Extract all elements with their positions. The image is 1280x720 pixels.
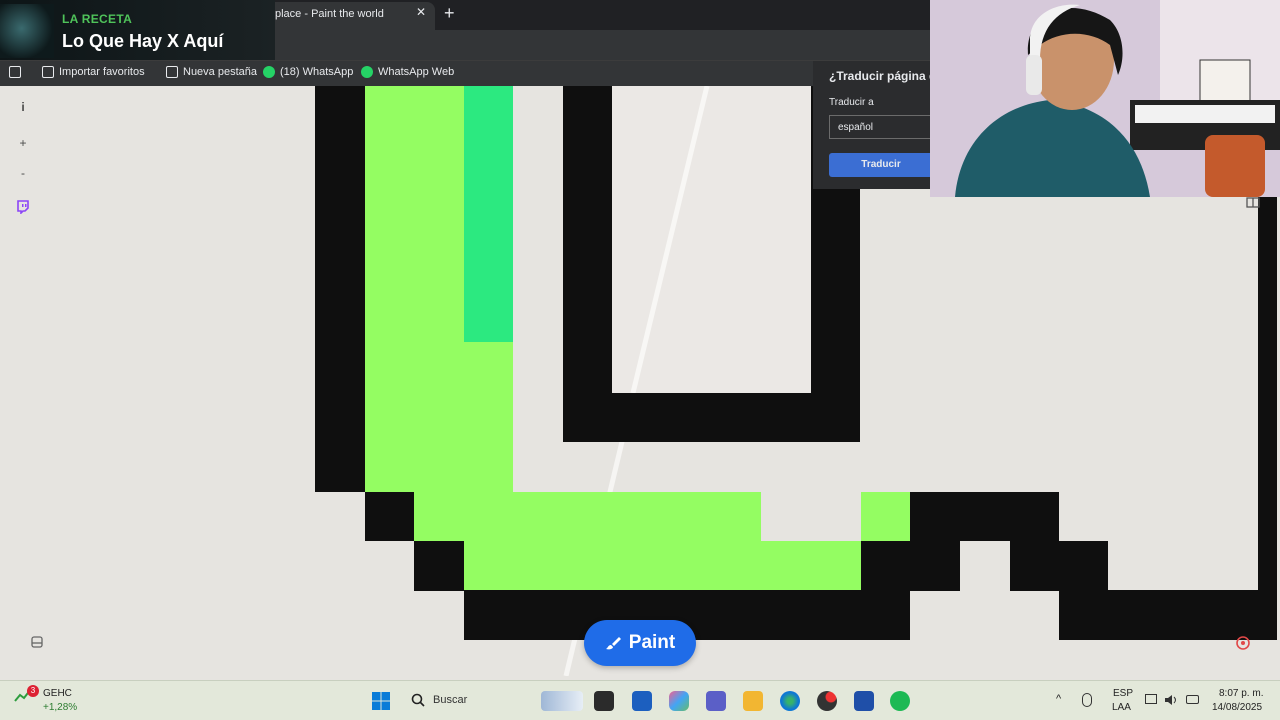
taskbar-search[interactable]: Buscar bbox=[433, 694, 467, 706]
pixel-block bbox=[1059, 590, 1258, 640]
obs-icon[interactable] bbox=[817, 691, 837, 711]
file-explorer-icon[interactable] bbox=[743, 691, 763, 711]
bookmark-label: Nueva pestaña bbox=[183, 66, 257, 78]
lang-bottom[interactable]: LAA bbox=[1112, 702, 1131, 713]
battery-icon[interactable] bbox=[1186, 695, 1199, 704]
stream-overlay: LA RECETA Lo Que Hay X Aquí bbox=[0, 0, 275, 60]
album-art bbox=[0, 4, 54, 58]
chevron-up-icon[interactable]: ^ bbox=[1056, 693, 1061, 705]
pixel-block bbox=[464, 86, 513, 342]
split-view-icon[interactable] bbox=[1246, 195, 1260, 214]
pixel-block bbox=[1258, 196, 1277, 640]
copilot-icon[interactable] bbox=[669, 691, 689, 711]
bookmark-whatsapp-web[interactable]: WhatsApp Web bbox=[361, 66, 454, 78]
locate-icon[interactable] bbox=[1234, 634, 1252, 657]
pixel-block bbox=[861, 492, 911, 541]
microphone-icon[interactable] bbox=[1082, 693, 1092, 707]
windows-start-icon[interactable] bbox=[371, 691, 391, 711]
brush-icon bbox=[605, 637, 621, 650]
paint-button-label: Paint bbox=[628, 632, 676, 653]
pixel-block bbox=[414, 492, 761, 541]
road-line bbox=[630, 86, 710, 393]
store-icon[interactable] bbox=[632, 691, 652, 711]
translate-button[interactable]: Traducir bbox=[829, 153, 933, 177]
clock-time[interactable]: 8:07 p. m. bbox=[1219, 688, 1263, 699]
new-tab-button[interactable]: + bbox=[444, 3, 455, 24]
stock-change: +1,28% bbox=[43, 702, 78, 713]
bookmark-new-tab[interactable]: Nueva pestaña bbox=[166, 66, 257, 78]
widgets-icon[interactable] bbox=[541, 691, 583, 711]
overlay-title: Lo Que Hay X Aquí bbox=[62, 31, 224, 51]
teams-icon[interactable] bbox=[706, 691, 726, 711]
tab-title: place - Paint the world bbox=[275, 8, 384, 20]
translate-title: ¿Traducir página d bbox=[829, 69, 937, 83]
language-select[interactable]: español bbox=[829, 115, 933, 139]
stock-badge: 3 bbox=[27, 685, 39, 697]
webcam-feed bbox=[930, 0, 1280, 197]
bookmark-label: Importar favoritos bbox=[59, 66, 145, 78]
edge-icon[interactable] bbox=[780, 691, 800, 711]
task-view-icon[interactable] bbox=[594, 691, 614, 711]
search-icon[interactable] bbox=[411, 693, 425, 710]
pixel-block bbox=[414, 541, 464, 591]
import-icon bbox=[42, 66, 54, 78]
translate-popup: ¿Traducir página d Traducir a español Tr… bbox=[813, 61, 937, 189]
taskbar: 3 GEHC +1,28% Buscar ^ ESP LAA 8:07 p. m… bbox=[0, 680, 1280, 720]
pixel-block bbox=[1010, 541, 1108, 591]
stock-name: GEHC bbox=[43, 688, 72, 699]
zoom-in-button[interactable]: + bbox=[14, 134, 32, 152]
clock-date[interactable]: 14/08/2025 bbox=[1212, 702, 1262, 713]
page-icon bbox=[166, 66, 178, 78]
bookmark-label: (18) WhatsApp bbox=[280, 66, 354, 78]
whatsapp-icon bbox=[361, 66, 373, 78]
info-button[interactable]: i bbox=[14, 98, 32, 116]
bookmark-import-favorites[interactable]: Importar favoritos bbox=[42, 66, 145, 78]
network-icon[interactable] bbox=[1145, 694, 1157, 704]
pixel-block bbox=[861, 541, 960, 591]
paint-button[interactable]: Paint bbox=[584, 620, 696, 666]
twitch-icon[interactable] bbox=[14, 200, 32, 218]
volume-icon[interactable] bbox=[1164, 693, 1178, 710]
translate-to-label: Traducir a bbox=[829, 97, 874, 108]
overlay-subtitle: LA RECETA bbox=[62, 12, 133, 26]
bookmark-label: WhatsApp Web bbox=[378, 66, 455, 78]
bookmark-whatsapp-18[interactable]: (18) WhatsApp bbox=[263, 66, 353, 78]
sidebar-toggle-icon[interactable] bbox=[9, 66, 21, 78]
lang-top[interactable]: ESP bbox=[1113, 688, 1133, 699]
pixel-block bbox=[910, 492, 1059, 541]
zoom-out-button[interactable]: - bbox=[14, 164, 32, 182]
tab-close-icon[interactable]: ✕ bbox=[416, 5, 426, 19]
whatsapp-icon bbox=[263, 66, 275, 78]
pixel-block bbox=[365, 492, 415, 541]
pixel-block bbox=[315, 86, 365, 492]
visual-studio-icon[interactable] bbox=[854, 691, 874, 711]
pixel-block bbox=[464, 541, 861, 591]
layers-icon[interactable] bbox=[28, 635, 46, 653]
spotify-icon[interactable] bbox=[890, 691, 910, 711]
